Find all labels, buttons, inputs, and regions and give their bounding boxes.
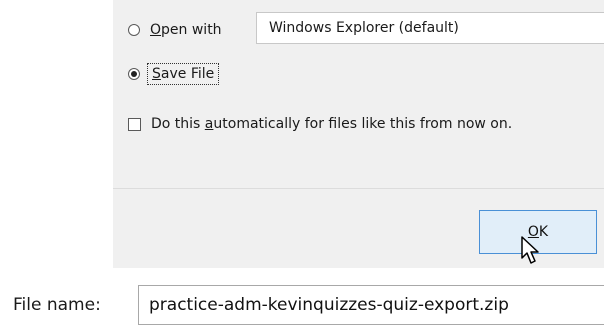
open-with-option[interactable]: Open with bbox=[128, 15, 222, 45]
auto-action-label: Do this automatically for files like thi… bbox=[151, 116, 513, 132]
filename-input[interactable] bbox=[138, 285, 604, 325]
open-with-label: Open with bbox=[150, 22, 222, 38]
save-file-radio[interactable] bbox=[128, 68, 140, 80]
save-file-label: Save File bbox=[146, 63, 220, 85]
download-dialog-screenshot: Open with Windows Explorer (default) Sav… bbox=[0, 0, 604, 333]
filename-row: File name: bbox=[0, 285, 604, 325]
open-with-app-select[interactable]: Windows Explorer (default) bbox=[256, 12, 604, 44]
open-with-radio[interactable] bbox=[128, 24, 140, 36]
button-area-separator bbox=[113, 188, 604, 189]
save-file-option[interactable]: Save File bbox=[128, 62, 220, 86]
filename-label: File name: bbox=[13, 295, 101, 315]
auto-action-checkbox[interactable] bbox=[128, 117, 141, 131]
open-with-app-value: Windows Explorer (default) bbox=[269, 20, 459, 36]
auto-action-option[interactable]: Do this automatically for files like thi… bbox=[128, 112, 512, 136]
arrow-cursor-icon bbox=[521, 236, 539, 264]
